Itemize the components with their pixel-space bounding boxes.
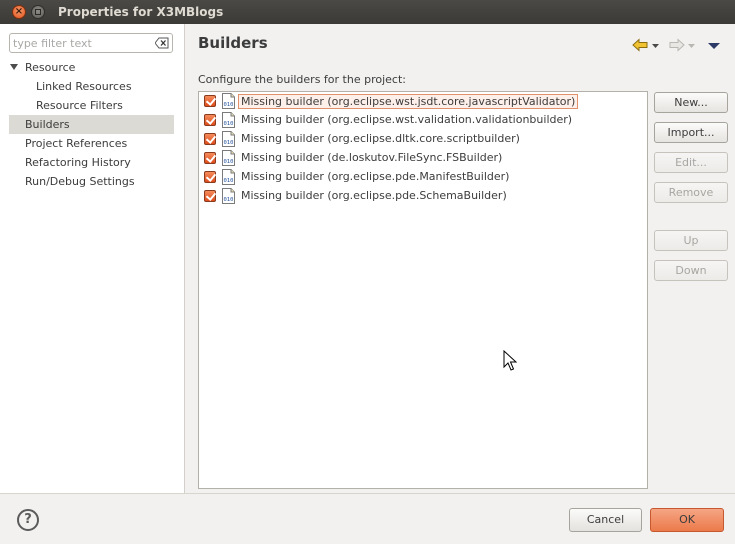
tree-item-resource[interactable]: Resource [0,58,184,77]
down-button[interactable]: Down [654,260,728,281]
svg-text:010: 010 [224,197,234,203]
builder-row[interactable]: 010 Missing builder (org.eclipse.pde.Sch… [199,187,647,206]
binary-file-icon: 010 [222,150,235,166]
builder-checkbox[interactable] [204,133,216,145]
builders-list[interactable]: 010 Missing builder (org.eclipse.wst.jsd… [198,91,648,489]
svg-text:010: 010 [224,159,234,165]
builder-label: Missing builder (org.eclipse.pde.Manifes… [241,170,510,183]
svg-text:010: 010 [224,178,234,184]
builder-label: Missing builder (org.eclipse.wst.validat… [241,113,573,126]
dialog-button-bar: ? Cancel OK [0,493,735,544]
mouse-pointer-icon [503,350,517,371]
filter-placeholder: type filter text [13,37,92,50]
tree-item-label: Run/Debug Settings [25,175,135,188]
tree-item-label: Refactoring History [25,156,131,169]
builder-label: Missing builder (org.eclipse.dltk.core.s… [241,132,520,145]
help-icon[interactable]: ? [17,509,39,531]
import-button[interactable]: Import... [654,122,728,143]
window-title: Properties for X3MBlogs [58,5,224,19]
builder-label: Missing builder (de.loskutov.FileSync.FS… [241,151,503,164]
title-bar: × Properties for X3MBlogs [0,0,735,24]
svg-text:010: 010 [224,140,234,146]
navigation-toolbar [632,38,722,54]
builder-row[interactable]: 010 Missing builder (org.eclipse.pde.Man… [199,168,647,187]
clear-icon[interactable] [155,37,169,49]
builder-row[interactable]: 010 Missing builder (de.loskutov.FileSyn… [199,149,647,168]
builder-label: Missing builder (org.eclipse.wst.jsdt.co… [238,94,579,109]
builder-checkbox[interactable] [204,114,216,126]
tree-item-linked-resources[interactable]: Linked Resources [0,77,184,96]
page-title: Builders [198,34,268,52]
builder-checkbox[interactable] [204,95,216,107]
tree-item-builders[interactable]: Builders [9,115,174,134]
tree-item-label: Resource [25,61,76,74]
builder-checkbox[interactable] [204,190,216,202]
tree-item-label: Resource Filters [36,99,123,112]
remove-button[interactable]: Remove [654,182,728,203]
builder-row[interactable]: 010 Missing builder (org.eclipse.dltk.co… [199,130,647,149]
page-description: Configure the builders for the project: [198,73,406,86]
tree-item-label: Project References [25,137,128,150]
tree-item-label: Linked Resources [36,80,132,93]
tree-item-project-references[interactable]: Project References [0,134,184,153]
binary-file-icon: 010 [222,188,235,204]
cancel-button[interactable]: Cancel [569,508,642,532]
filter-input[interactable]: type filter text [9,33,173,53]
view-menu-icon[interactable] [706,38,722,54]
binary-file-icon: 010 [222,131,235,147]
builder-label: Missing builder (org.eclipse.pde.SchemaB… [241,189,507,202]
left-pane: type filter text Resource Linked Resourc… [0,24,185,493]
builder-row[interactable]: 010 Missing builder (org.eclipse.wst.jsd… [199,92,647,111]
tree-item-label: Builders [25,118,70,131]
up-button[interactable]: Up [654,230,728,251]
edit-button[interactable]: Edit... [654,152,728,173]
window-close-button[interactable]: × [12,5,26,19]
window-maximize-button[interactable] [31,5,45,19]
ok-button[interactable]: OK [650,508,724,532]
binary-file-icon: 010 [222,169,235,185]
svg-text:010: 010 [224,121,234,127]
binary-file-icon: 010 [222,112,235,128]
builder-checkbox[interactable] [204,152,216,164]
builder-checkbox[interactable] [204,171,216,183]
forward-arrow-icon[interactable] [668,38,696,54]
maximize-icon [35,9,41,15]
tree-item-refactoring-history[interactable]: Refactoring History [0,153,184,172]
back-arrow-icon[interactable] [632,38,660,54]
tree-item-run-debug-settings[interactable]: Run/Debug Settings [0,172,184,191]
builder-row[interactable]: 010 Missing builder (org.eclipse.wst.val… [199,111,647,130]
binary-file-icon: 010 [222,93,235,109]
tree-item-resource-filters[interactable]: Resource Filters [0,96,184,115]
new-button[interactable]: New... [654,92,728,113]
svg-text:010: 010 [224,102,234,108]
expand-arrow-icon[interactable] [10,64,18,70]
close-icon: × [14,6,24,17]
